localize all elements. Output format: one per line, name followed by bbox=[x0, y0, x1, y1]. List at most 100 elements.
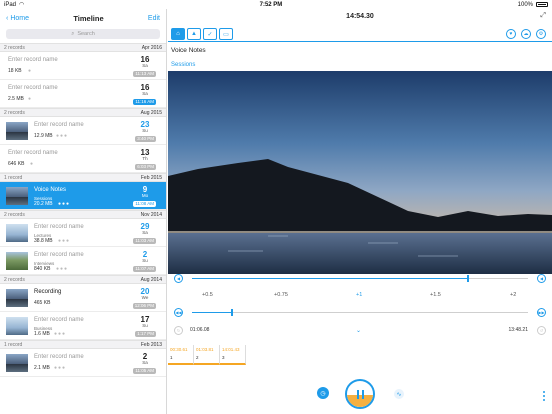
note-title[interactable]: Voice Notes bbox=[171, 47, 206, 54]
volume-max-icon[interactable]: ◀ bbox=[537, 274, 546, 283]
rating-stars[interactable]: ●●● bbox=[58, 238, 70, 244]
more-button[interactable] bbox=[543, 391, 545, 401]
group-count: 2 records bbox=[4, 276, 25, 283]
speed-option[interactable]: +1.5 bbox=[430, 292, 441, 298]
speed-option[interactable]: +2 bbox=[510, 292, 516, 298]
waveform-icon: ∿ bbox=[396, 391, 402, 398]
tab-check[interactable]: ✓ bbox=[203, 28, 217, 40]
record-size: 840 KB bbox=[34, 266, 51, 272]
speed-option[interactable]: +0.5 bbox=[202, 292, 213, 298]
speed-option[interactable]: +0.75 bbox=[274, 292, 288, 298]
record-thumbnail bbox=[6, 289, 28, 307]
group-date: Feb 2013 bbox=[140, 341, 162, 348]
bookmark[interactable]: 00:30.61 1 bbox=[168, 345, 194, 365]
record-size: 18 KB bbox=[8, 68, 22, 74]
loop-icon[interactable]: ↻ bbox=[174, 326, 183, 335]
pause-button[interactable] bbox=[345, 379, 375, 409]
position-fill bbox=[192, 312, 233, 313]
position-knob[interactable] bbox=[231, 309, 234, 316]
volume-knob[interactable] bbox=[466, 275, 469, 282]
rating-stars[interactable]: ●●● bbox=[56, 133, 68, 139]
settings-button[interactable]: ⚙ bbox=[536, 29, 546, 39]
check-icon: ✓ bbox=[207, 31, 213, 38]
tab-chart[interactable]: ▲ bbox=[187, 28, 201, 40]
record-time: 11:08 AM bbox=[133, 201, 156, 207]
battery-percent: 100% bbox=[517, 1, 533, 8]
clock-display: 14:54.30 bbox=[346, 13, 374, 20]
volume-icon[interactable]: ◀ bbox=[174, 274, 183, 283]
edit-button[interactable]: Edit bbox=[148, 15, 160, 22]
rating-stars[interactable]: ●●● bbox=[58, 201, 70, 207]
list-item[interactable]: Enter record name 646 KB ● 13 Th 6:03 PM bbox=[0, 145, 166, 173]
record-name: Enter record name bbox=[8, 57, 58, 63]
expand-icon[interactable]: ⤢ bbox=[540, 12, 546, 20]
record-size: 646 KB bbox=[8, 161, 25, 167]
repeat-icon[interactable]: ↺ bbox=[537, 326, 546, 335]
home-button[interactable]: ‹ Home bbox=[6, 15, 29, 22]
cloud-button[interactable]: ☁ bbox=[521, 29, 531, 39]
record-time: 11:16 AM bbox=[133, 99, 156, 105]
add-bookmark-button[interactable]: ◷ bbox=[317, 387, 329, 399]
waveform-button[interactable]: ∿ bbox=[394, 389, 404, 399]
list-item[interactable]: Enter record name 18 KB ● 16 Sa 11:13 AM bbox=[0, 52, 166, 80]
record-weekday: Mo bbox=[141, 193, 149, 198]
rating-stars[interactable]: ●●● bbox=[54, 331, 66, 337]
bookmark[interactable]: 14:01.43 3 bbox=[220, 345, 246, 365]
volume-fill bbox=[192, 278, 468, 279]
list-item[interactable]: Enter record name 2.1 MB ●●● 2 Sa 11:05 … bbox=[0, 349, 166, 377]
record-time: 11:03 AM bbox=[133, 238, 156, 244]
position-slider[interactable] bbox=[192, 312, 528, 313]
record-thumbnail bbox=[6, 252, 28, 270]
search-input[interactable]: ⌕ Search bbox=[6, 29, 160, 39]
device-label: iPad bbox=[4, 1, 17, 8]
volume-slider[interactable] bbox=[192, 278, 528, 279]
speed-option-selected[interactable]: +1 bbox=[356, 292, 362, 298]
rating-stars[interactable]: ●●● bbox=[54, 365, 66, 371]
forward-button[interactable]: ▶▶ bbox=[537, 308, 546, 317]
list-item-selected[interactable]: Voice Notes Sessions 20.2 MB ●●● 9 Mo 11… bbox=[0, 182, 166, 210]
list-item[interactable]: Enter record name 2.5 MB ● 16 Sa 11:16 A… bbox=[0, 80, 166, 108]
tab-home[interactable]: ⌂ bbox=[171, 28, 185, 40]
list-item[interactable]: Enter record name Lectures 38.8 MB ●●● 2… bbox=[0, 219, 166, 247]
record-name: Recording bbox=[34, 289, 62, 295]
record-time: 11:05 AM bbox=[133, 368, 156, 374]
record-name: Enter record name bbox=[8, 85, 58, 91]
record-size: 465 KB bbox=[34, 300, 51, 306]
list-item[interactable]: Enter record name Business 1.6 MB ●●● 17… bbox=[0, 312, 166, 340]
list-item[interactable]: Recording 465 KB 20 We 12:06 PM bbox=[0, 284, 166, 312]
timeline-panel: ‹ Home Timeline Edit ⌕ Search 2 records A… bbox=[0, 9, 167, 414]
record-size: 2.5 MB bbox=[8, 96, 24, 102]
wifi-icon: ◠ bbox=[19, 2, 25, 8]
record-weekday: Sa bbox=[142, 63, 148, 68]
rewind-button[interactable]: ◀◀ bbox=[174, 308, 183, 317]
record-weekday: Sa bbox=[142, 91, 148, 96]
rating-stars[interactable]: ● bbox=[28, 96, 32, 102]
record-name: Enter record name bbox=[34, 122, 84, 128]
bookmark-time: 00:30.61 bbox=[170, 347, 188, 352]
search-icon: ⌕ bbox=[71, 30, 75, 37]
record-time: 3:40 PM bbox=[135, 136, 156, 142]
record-thumbnail bbox=[6, 122, 28, 140]
bookmark-number: 2 bbox=[196, 355, 199, 360]
timeline-title: Timeline bbox=[73, 13, 104, 23]
tab-document[interactable]: ▭ bbox=[219, 28, 233, 40]
group-count: 2 records bbox=[4, 109, 25, 116]
list-item[interactable]: Enter record name 12.9 MB ●●● 23 Su 3:40… bbox=[0, 117, 166, 145]
record-weekday: Th bbox=[142, 156, 148, 161]
group-header: 2 records Nov 2014 bbox=[0, 210, 166, 219]
rating-stars[interactable]: ●●● bbox=[56, 266, 68, 272]
note-category[interactable]: Sessions bbox=[171, 62, 195, 68]
bookmark[interactable]: 01:03.81 2 bbox=[194, 345, 220, 365]
list-item[interactable]: Enter record name Interviews 840 KB ●●● … bbox=[0, 247, 166, 275]
bookmark-time: 14:01.43 bbox=[222, 347, 240, 352]
group-date: Nov 2014 bbox=[140, 211, 162, 218]
rating-stars[interactable]: ● bbox=[28, 68, 32, 74]
record-size: 1.6 MB bbox=[34, 331, 50, 337]
group-count: 2 records bbox=[4, 44, 25, 51]
divider bbox=[168, 41, 552, 42]
favorite-button[interactable]: ♥ bbox=[506, 29, 516, 39]
rating-stars[interactable]: ● bbox=[30, 161, 34, 167]
detail-tabs: ⌂ ▲ ✓ ▭ bbox=[171, 28, 233, 40]
chevron-down-icon[interactable]: ⌄ bbox=[356, 327, 361, 334]
record-size: 12.9 MB bbox=[34, 133, 53, 139]
